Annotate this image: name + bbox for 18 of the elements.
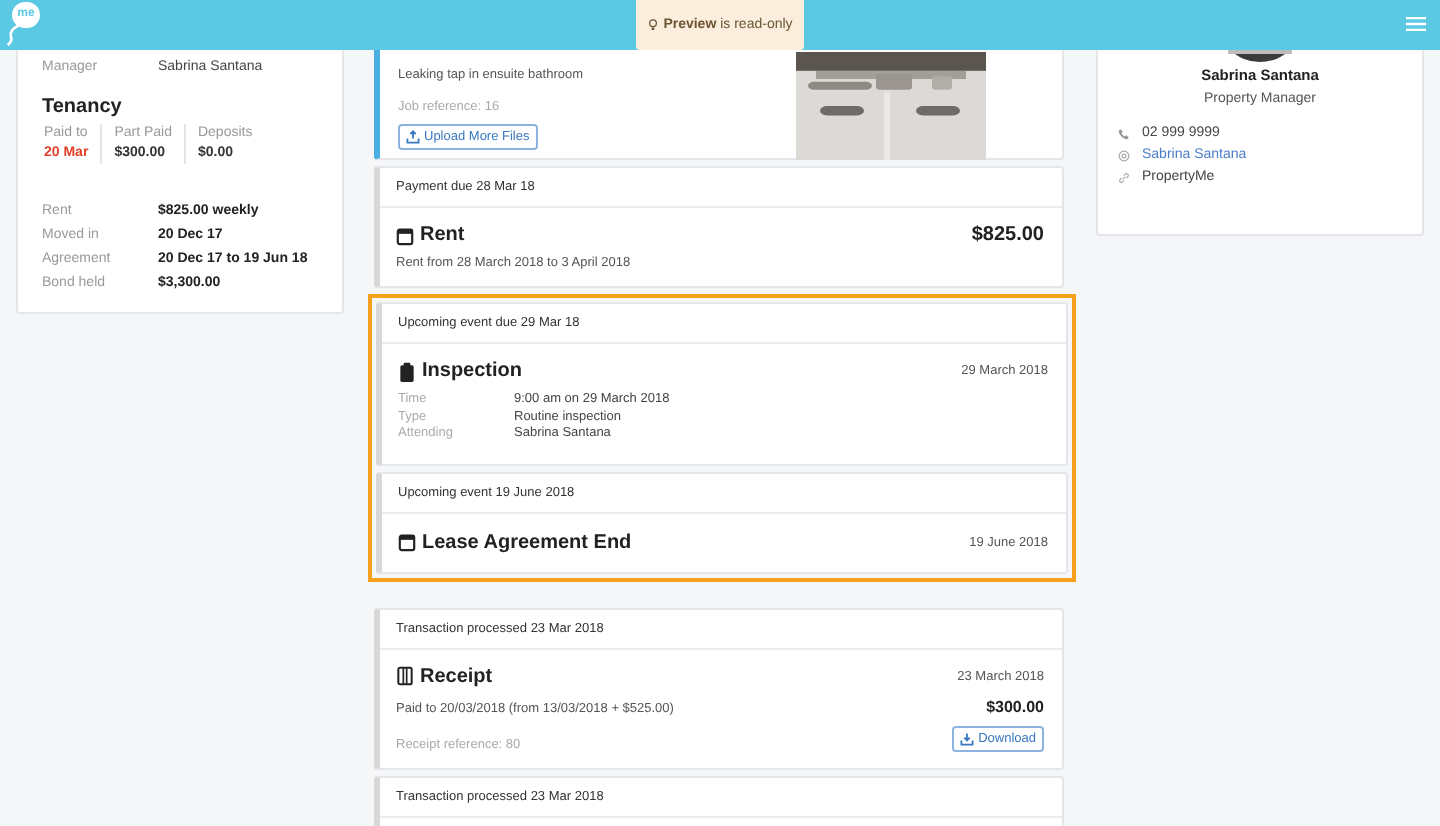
event-title: Inspection bbox=[422, 360, 523, 382]
event-title: Lease Agreement End bbox=[422, 531, 632, 553]
menu-icon[interactable] bbox=[1406, 16, 1426, 32]
upload-icon bbox=[406, 130, 420, 144]
section-title: Tenancy bbox=[42, 96, 124, 118]
link-icon bbox=[1118, 171, 1130, 183]
logo-tail-icon bbox=[6, 22, 26, 48]
receipt-icon bbox=[396, 666, 414, 686]
card-title: Rent bbox=[420, 224, 465, 246]
calendar-icon bbox=[396, 225, 414, 245]
bulb-icon bbox=[647, 18, 658, 32]
amount: $825.00 bbox=[971, 224, 1044, 246]
amount: $300.00 bbox=[986, 697, 1044, 715]
phone-icon bbox=[1118, 127, 1130, 139]
download-icon bbox=[960, 731, 975, 745]
card-title: Receipt bbox=[420, 665, 493, 687]
calendar-icon bbox=[398, 532, 416, 552]
clipboard-icon bbox=[398, 361, 416, 381]
